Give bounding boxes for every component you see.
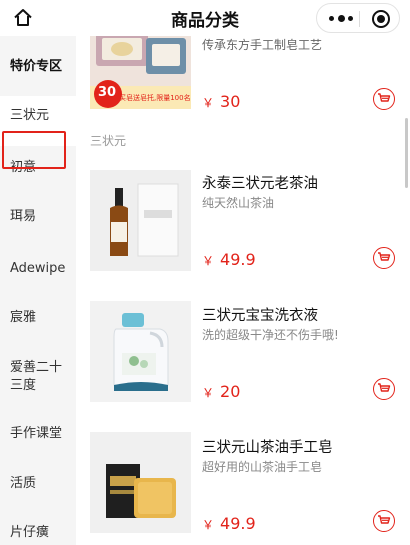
cart-icon [378, 93, 391, 102]
add-to-cart-button[interactable] [373, 378, 395, 400]
sidebar-item-chenya[interactable]: 宸雅 [0, 309, 76, 327]
cart-icon [378, 515, 391, 524]
mini-program-capsule [316, 3, 400, 33]
sidebar-item-huozhi[interactable]: 活质 [0, 475, 76, 493]
product-image[interactable] [90, 170, 191, 271]
laundry-detergent-image [90, 301, 191, 402]
handmade-soap-image [90, 432, 191, 533]
cart-icon [378, 383, 391, 392]
product-image[interactable] [90, 301, 191, 402]
category-sidebar: 特价专区 三状元 初意 珥易 Adewipe 宸雅 爱善二十三度 手作课堂 活质… [0, 36, 76, 545]
cart-icon [378, 252, 391, 261]
promo-text: 买皂送皂托,限量100名 [119, 94, 191, 102]
product-price: ￥ 49.9 [202, 514, 256, 533]
product-name[interactable]: 永泰三状元老茶油 [202, 172, 318, 193]
sidebar-item-special[interactable]: 特价专区 [0, 58, 76, 76]
sidebar-item-label: 片仔癀 [10, 525, 50, 540]
sidebar-item-label: 宸雅 [10, 310, 37, 325]
sidebar-item-label: 特价专区 [10, 59, 63, 74]
section-title: 三状元 [90, 134, 127, 148]
product-name: 传承东方手工制皂工艺 [202, 38, 323, 52]
scrollbar-thumb[interactable] [405, 118, 408, 188]
sidebar-item-shouzuo[interactable]: 手作课堂 [0, 425, 76, 443]
product-name[interactable]: 三状元宝宝洗衣液 [202, 304, 318, 325]
product-image[interactable] [90, 432, 191, 533]
active-category-highlight [2, 131, 66, 169]
sidebar-item-label: 珥易 [10, 209, 37, 224]
product-price: ￥ 20 [202, 382, 241, 401]
more-dots-icon[interactable] [329, 11, 353, 25]
tea-oil-bottle-image [90, 170, 191, 271]
product-price: ￥ 49.9 [202, 250, 256, 269]
sidebar-item-adewipe[interactable]: Adewipe [0, 260, 76, 278]
add-to-cart-button[interactable] [373, 510, 395, 532]
promo-badge: 30 [94, 80, 122, 108]
product-name[interactable]: 三状元山茶油手工皂 [202, 436, 333, 457]
sidebar-item-label: 手作课堂 [10, 426, 63, 441]
top-bar: 商品分类 [0, 0, 410, 36]
sidebar-item-label: 爱善二十三度 [10, 360, 63, 393]
sidebar-item-pianzaihuang[interactable]: 片仔癀 [0, 524, 76, 542]
add-to-cart-button[interactable] [373, 88, 395, 110]
product-desc: 洗的超级干净还不伤手哦! [202, 328, 339, 342]
capsule-divider [359, 11, 360, 27]
product-price: ￥ 30 [202, 92, 241, 111]
add-to-cart-button[interactable] [373, 247, 395, 269]
product-desc: 纯天然山茶油 [202, 196, 275, 210]
product-list: 30 买皂送皂托,限量100名 传承东方手工制皂工艺 ￥ 30 三状元 永泰三状元… [76, 36, 410, 545]
product-desc: 超好用的山茶油手工皂 [202, 460, 323, 474]
sidebar-item-label: 活质 [10, 476, 37, 491]
sidebar-item-aishan[interactable]: 爱善二十三度 [0, 359, 70, 395]
sidebar-item-eryi[interactable]: 珥易 [0, 208, 76, 226]
sidebar-item-label: Adewipe [10, 261, 66, 276]
sidebar-item-label: 三状元 [10, 108, 50, 123]
target-close-icon[interactable] [372, 10, 390, 28]
